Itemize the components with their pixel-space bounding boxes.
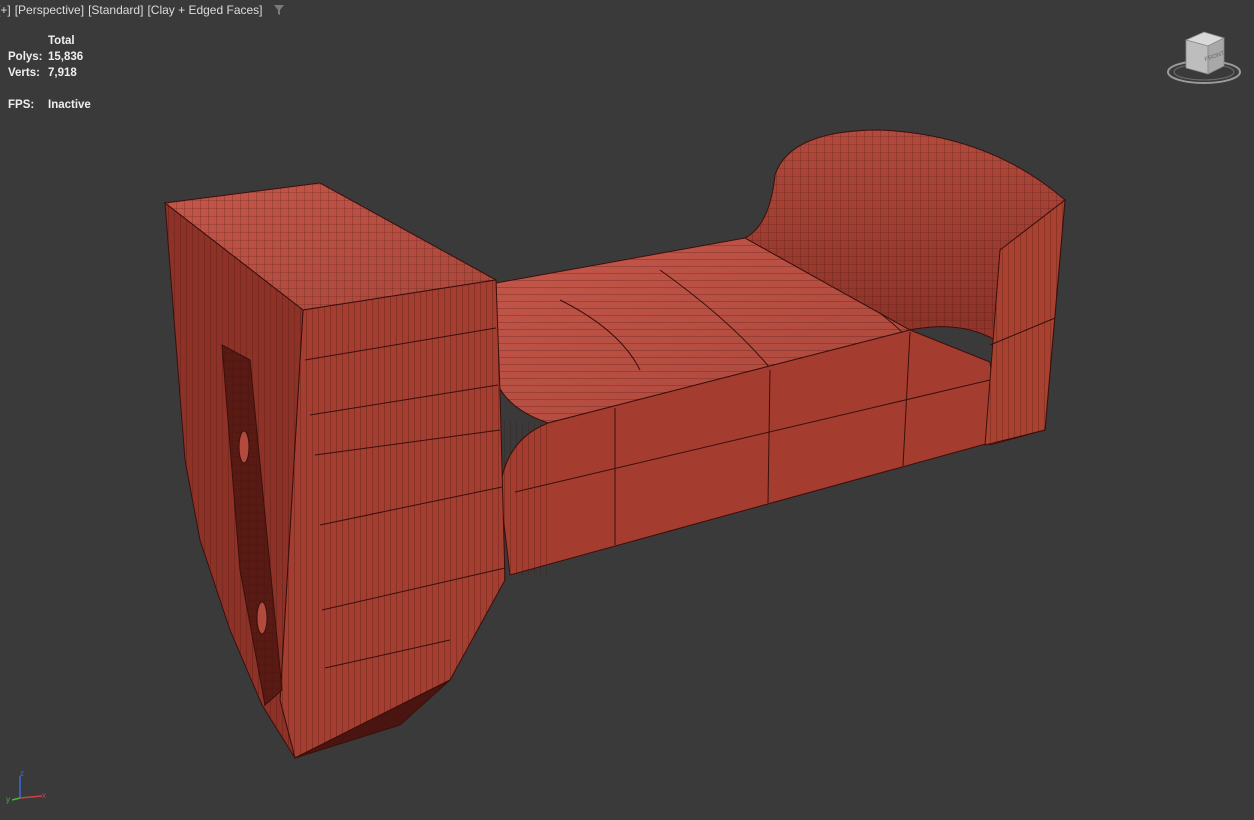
axis-x-label: x [42, 791, 46, 800]
axis-tripod: z x y [6, 770, 46, 804]
mount-hole-lower [256, 601, 268, 635]
viewcube-icon[interactable]: FRONT [1164, 28, 1244, 90]
axis-z-label: z [20, 770, 24, 778]
perspective-viewport[interactable]: [+] [Perspective] [Standard] [Clay + Edg… [0, 0, 1254, 820]
axis-y-label: y [6, 795, 10, 804]
block-right-face [279, 279, 506, 759]
grip-mesh-model[interactable] [0, 0, 1254, 820]
mount-hole-upper [238, 430, 250, 464]
